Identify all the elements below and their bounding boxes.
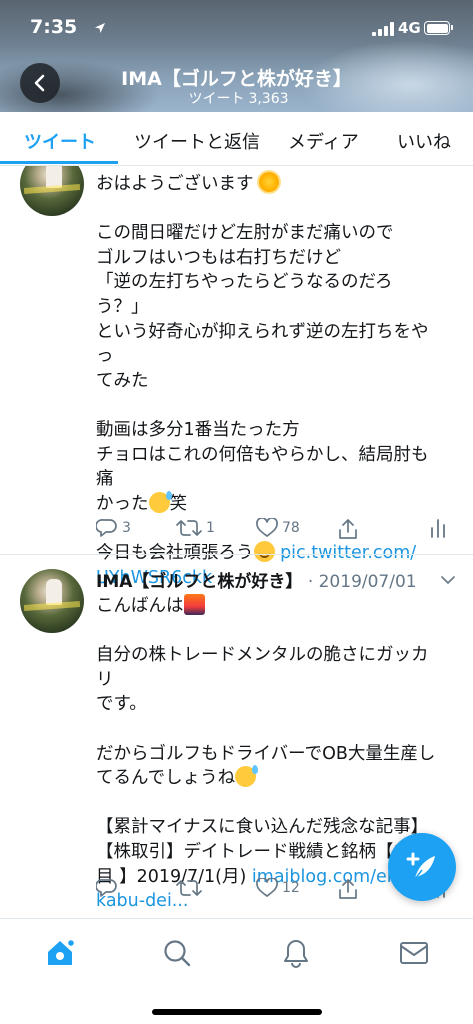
share-button[interactable] bbox=[338, 518, 358, 540]
sweat-smile-emoji bbox=[235, 765, 259, 788]
home-indicator bbox=[152, 1009, 322, 1015]
sweat-smile-emoji bbox=[148, 490, 172, 513]
share-button[interactable] bbox=[338, 878, 358, 900]
tab-likes[interactable]: いいね bbox=[397, 128, 451, 154]
heart-icon bbox=[256, 878, 278, 897]
notifications-bell-icon bbox=[284, 940, 308, 968]
bottom-navigation bbox=[0, 918, 473, 1024]
nav-home[interactable] bbox=[40, 933, 80, 973]
tweet-author[interactable]: IMA【ゴルフと株が好き】 bbox=[96, 572, 302, 592]
like-button[interactable]: 12 bbox=[256, 878, 300, 898]
nav-notifications[interactable] bbox=[276, 933, 316, 973]
retweet-icon bbox=[176, 880, 202, 896]
retweet-button[interactable] bbox=[176, 878, 206, 898]
heart-icon bbox=[256, 518, 278, 537]
compose-tweet-icon bbox=[406, 852, 435, 880]
retweet-button[interactable]: 1 bbox=[176, 518, 215, 538]
tab-media[interactable]: メディア bbox=[288, 128, 359, 154]
retweet-count: 1 bbox=[206, 520, 215, 536]
reply-icon bbox=[96, 879, 117, 897]
profile-name: IMA【ゴルフと株が好き】 bbox=[121, 68, 352, 90]
sunset-emoji bbox=[183, 594, 205, 615]
reply-button[interactable]: 3 bbox=[96, 518, 131, 538]
tweet[interactable]: おはようございます この間日曜だけど左肘がまだ痛いので ゴルフはいつもは右打ちだ… bbox=[0, 166, 473, 588]
reply-count: 3 bbox=[122, 520, 131, 536]
analytics-button[interactable] bbox=[430, 518, 446, 538]
share-icon bbox=[339, 519, 357, 539]
compose-tweet-button[interactable] bbox=[388, 833, 456, 901]
status-bar: 7:35 4G bbox=[0, 0, 473, 56]
tweet-date: · 2019/07/01 bbox=[307, 572, 417, 592]
reply-icon bbox=[96, 519, 117, 537]
like-button[interactable]: 78 bbox=[256, 518, 300, 538]
messages-envelope-icon bbox=[400, 942, 428, 964]
active-tab-indicator bbox=[0, 161, 118, 164]
tweet-text: こんばんは 自分の株トレードメンタルの脆さにガッカリ です。 だからゴルフもドラ… bbox=[96, 594, 436, 912]
like-count: 78 bbox=[282, 520, 300, 536]
nav-search[interactable] bbox=[157, 933, 197, 973]
tweet-count-value: 3,363 bbox=[248, 91, 289, 107]
location-arrow-icon bbox=[95, 23, 105, 33]
sun-emoji bbox=[259, 172, 280, 192]
tweet-meta: IMA【ゴルフと株が好き】 · 2019/07/01 bbox=[96, 567, 417, 592]
avatar[interactable] bbox=[20, 166, 84, 216]
reply-button[interactable] bbox=[96, 878, 122, 898]
home-icon bbox=[48, 938, 76, 965]
avatar[interactable] bbox=[20, 569, 84, 633]
tweet-actions: 3 1 78 bbox=[96, 518, 466, 548]
search-icon bbox=[164, 940, 191, 967]
profile-header: 7:35 4G IMA【ゴルフと株が好き】 ツイート 3,363 bbox=[0, 0, 473, 112]
profile-tabs: ツイート ツイートと返信 メディア いいね bbox=[0, 112, 473, 166]
tab-tweets-and-replies[interactable]: ツイートと返信 bbox=[134, 128, 260, 154]
chevron-down-icon[interactable] bbox=[441, 575, 455, 585]
like-count: 12 bbox=[282, 880, 300, 896]
nav-messages[interactable] bbox=[394, 933, 434, 973]
tweet-count: ツイート 3,363 bbox=[0, 88, 473, 108]
timeline[interactable]: おはようございます この間日曜だけど左肘がまだ痛いので ゴルフはいつもは右打ちだ… bbox=[0, 166, 473, 918]
retweet-icon bbox=[176, 520, 202, 536]
analytics-icon bbox=[431, 519, 445, 538]
share-icon bbox=[339, 879, 357, 899]
tab-tweets[interactable]: ツイート bbox=[24, 128, 96, 154]
battery-icon bbox=[424, 21, 453, 35]
tweet-count-label: ツイート bbox=[188, 91, 245, 107]
network-type: 4G bbox=[398, 19, 421, 37]
signal-icon bbox=[372, 22, 394, 36]
status-time: 7:35 bbox=[30, 16, 78, 38]
